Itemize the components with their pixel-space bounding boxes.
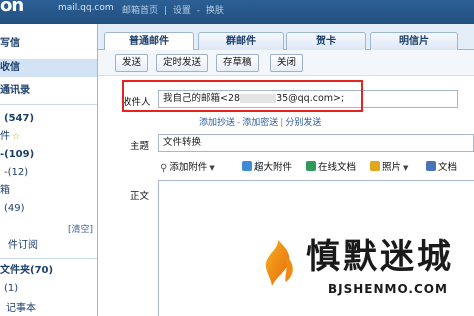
clear-trash-link[interactable]: [清空] (68, 222, 93, 235)
document-button[interactable]: 文档 (426, 159, 457, 173)
add-attachment-label: 添加附件 (169, 162, 208, 173)
attachment-toolbar: ⚲ 添加附件 ▼ 超大附件 在线文档 照片 ▼ 文档 (158, 156, 474, 176)
link-separator: | (280, 118, 284, 128)
link-separator: - (237, 118, 241, 128)
subject-label: 主题 (130, 141, 150, 152)
scheduled-send-button[interactable]: 定时发送 (156, 54, 209, 72)
sidebar-item-starred[interactable]: 件 ☆ (0, 128, 20, 146)
close-button[interactable]: 关闭 (270, 54, 304, 72)
photo-button[interactable]: 照片 ▼ (370, 159, 408, 173)
home-link[interactable]: 邮箱首页 (122, 6, 158, 16)
sidebar-item-inbox[interactable]: 收信 (0, 59, 97, 77)
document-icon (426, 161, 436, 171)
paperclip-icon: ⚲ (160, 163, 168, 174)
photo-icon (370, 161, 380, 171)
chevron-down-icon[interactable]: ▼ (209, 164, 214, 172)
top-header: on mail.qq.com 邮箱首页 | 设置 - 换肤 (0, 0, 474, 24)
large-attachment-button[interactable]: 超大附件 (242, 159, 292, 173)
sidebar: 写信 收信 通讯录 (547) 件 ☆ -(109) -(12) 箱 (49) [… (0, 24, 98, 316)
add-cc-link[interactable]: 添加抄送 (199, 118, 235, 128)
save-draft-button[interactable]: 存草稿 (216, 54, 259, 72)
sidebar-item-folder[interactable]: -(12) (4, 164, 28, 182)
sidebar-item-inbox-count[interactable]: (547) (4, 110, 34, 128)
body-label: 正文 (130, 191, 150, 202)
add-attachment-button[interactable]: ⚲ 添加附件 ▼ (160, 159, 215, 174)
watermark-title: 慎默迷城 (306, 237, 454, 277)
compose-tabs: 普通邮件 群邮件 贺卡 明信片 (98, 24, 474, 52)
chevron-down-icon[interactable]: ▼ (403, 164, 408, 172)
highlight-box (122, 80, 363, 112)
sidebar-divider (0, 104, 97, 105)
online-doc-label: 在线文档 (318, 162, 357, 173)
subject-field[interactable]: 文件转换 (158, 134, 474, 152)
sidebar-divider (0, 258, 97, 259)
sidebar-item-compose[interactable]: 写信 (0, 35, 20, 53)
separate-send-link[interactable]: 分别发送 (285, 118, 321, 128)
compose-toolbar: 发送 定时发送 存草稿 关闭 (98, 50, 474, 76)
watermark-logo-icon (265, 240, 293, 286)
large-attachment-icon (242, 161, 252, 171)
tab-group-mail[interactable]: 群邮件 (198, 32, 284, 51)
star-icon: ☆ (12, 132, 21, 142)
sidebar-item-folders[interactable]: 文件夹(70) (0, 262, 53, 280)
sidebar-item-label: 件 (0, 131, 10, 142)
watermark: 慎默迷城 BJSHENMO.COM (256, 238, 466, 302)
add-bcc-link[interactable]: 添加密送 (242, 118, 278, 128)
sidebar-item-notes[interactable]: 记事本 (6, 300, 36, 316)
tab-normal-mail[interactable]: 普通邮件 (104, 32, 194, 52)
document-label: 文档 (438, 162, 458, 173)
settings-link[interactable]: 设置 (173, 6, 191, 16)
cc-links: 添加抄送 - 添加密送 | 分别发送 (199, 115, 321, 128)
link-separator: - (196, 6, 200, 16)
sidebar-item-group[interactable]: -(109) (0, 146, 34, 164)
tab-postcard[interactable]: 明信片 (370, 32, 458, 51)
watermark-url: BJSHENMO.COM (328, 282, 448, 296)
sidebar-item-subscriptions[interactable]: 件订阅 (8, 237, 38, 255)
online-doc-icon (306, 161, 316, 171)
qq-mail-logo[interactable]: on (0, 0, 48, 18)
sidebar-item-sent[interactable]: 箱 (0, 182, 10, 200)
mail-domain: mail.qq.com (58, 3, 114, 13)
link-separator: | (163, 6, 167, 16)
large-attachment-label: 超大附件 (254, 162, 293, 173)
sidebar-item-contacts[interactable]: 通讯录 (0, 82, 30, 100)
tab-greeting-card[interactable]: 贺卡 (286, 32, 366, 51)
sidebar-item-deleted[interactable]: (49) (4, 200, 25, 218)
send-button[interactable]: 发送 (115, 54, 149, 72)
online-doc-button[interactable]: 在线文档 (306, 159, 356, 173)
skin-link[interactable]: 换肤 (206, 6, 224, 16)
top-links: 邮箱首页 | 设置 - 换肤 (122, 3, 227, 16)
sidebar-item-folder-count[interactable]: (1) (4, 280, 18, 298)
photo-label: 照片 (382, 162, 402, 173)
